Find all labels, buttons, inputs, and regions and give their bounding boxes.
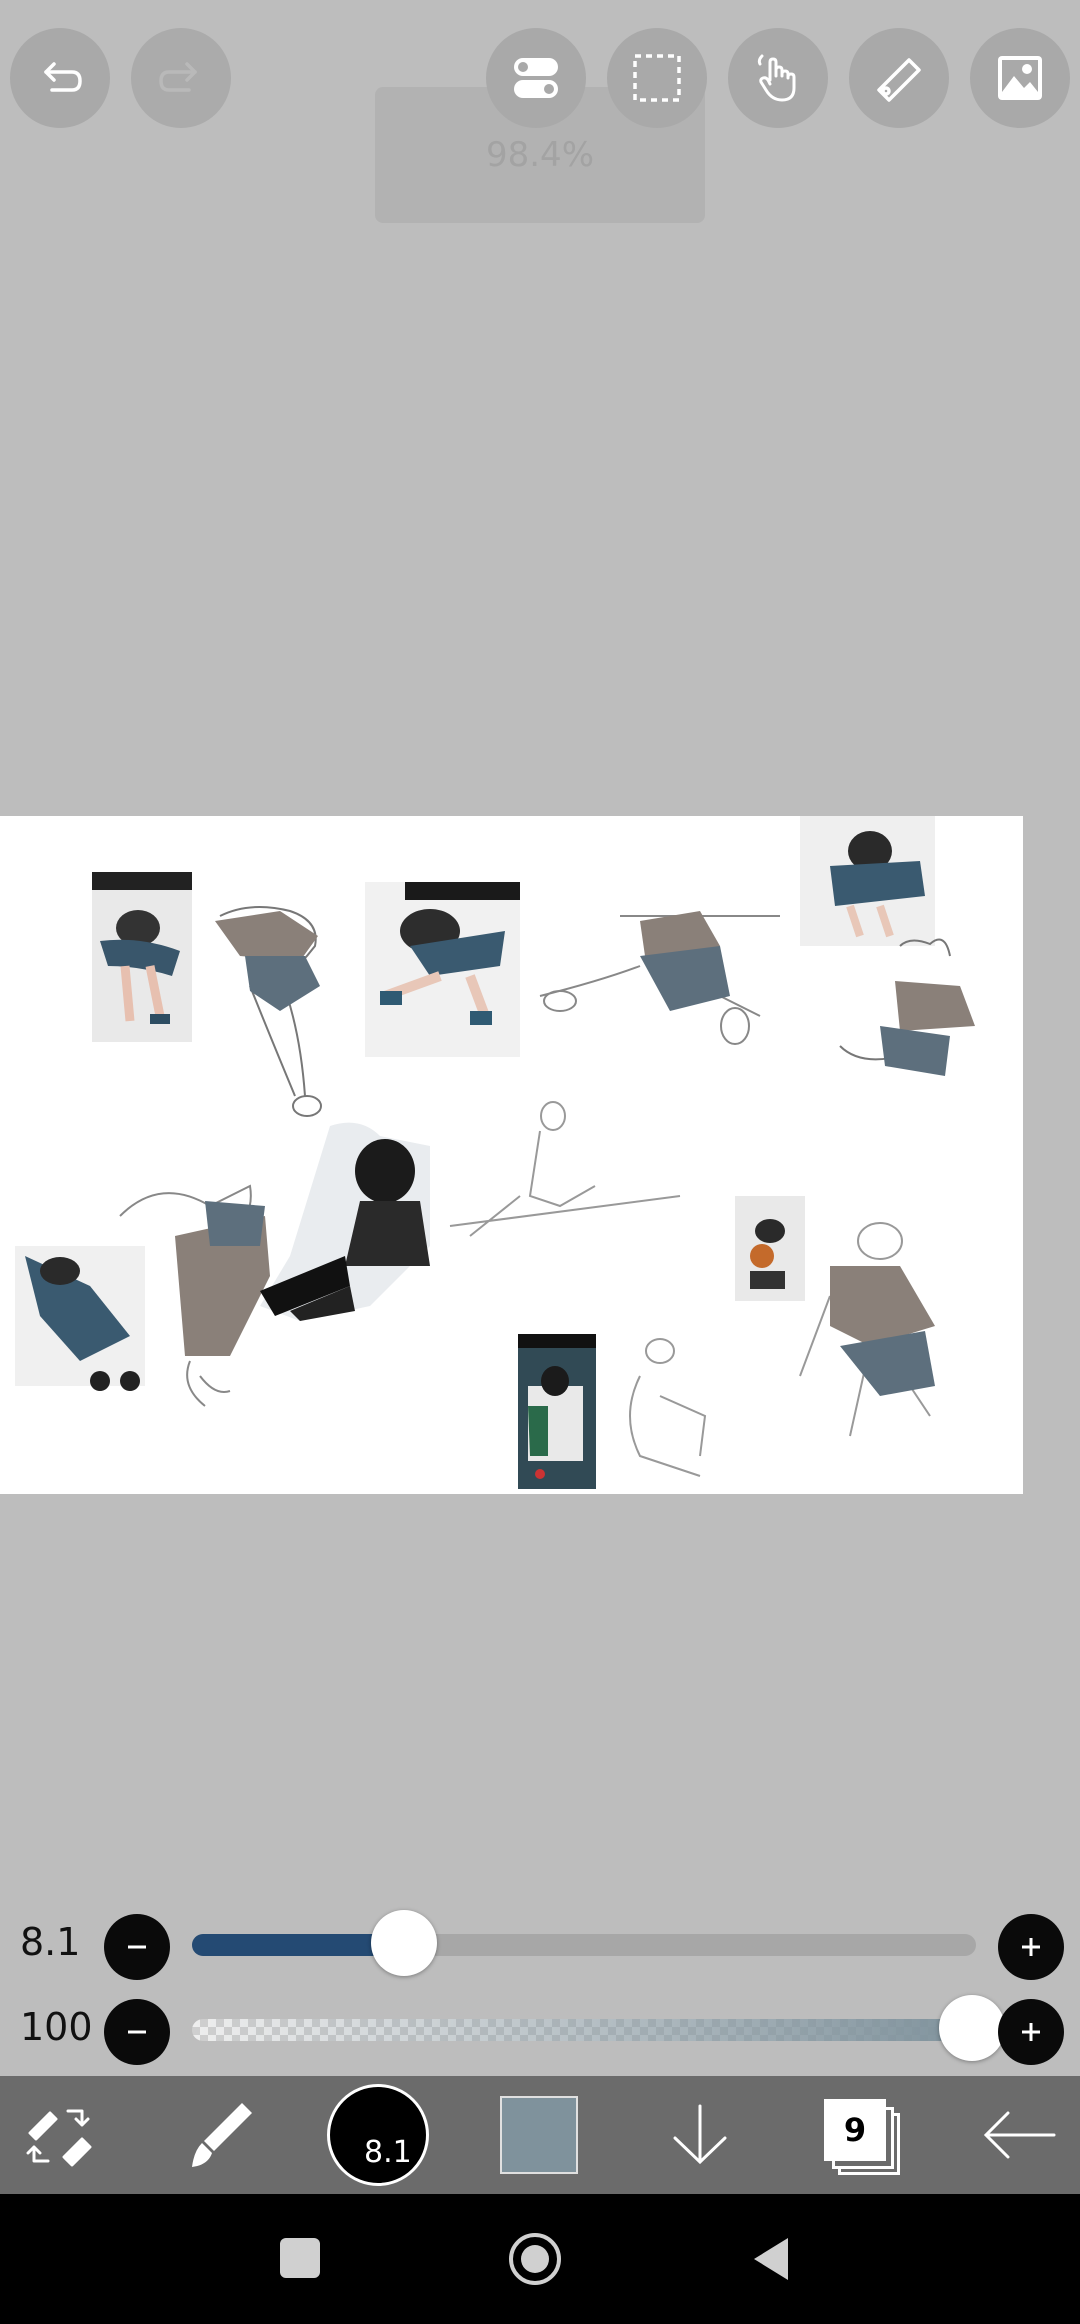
home-button[interactable] [507,2231,563,2287]
reference-image-2 [365,882,520,1057]
sketch-figure-4 [449,1101,681,1237]
redo-icon [159,62,197,92]
plus-icon [1022,1938,1040,1956]
opacity-increase-button[interactable] [998,1999,1064,2065]
image-button[interactable] [970,28,1070,128]
opacity-value: 100 [20,2005,93,2049]
bottom-toolbar: 8.1 9 [0,2076,1080,2194]
ruler-icon [877,58,921,102]
ruler-button[interactable] [849,28,949,128]
drawing-canvas[interactable] [0,816,1023,1494]
selection-button[interactable] [607,28,707,128]
plus-icon [1022,2023,1040,2041]
brush-size-indicator[interactable]: 8.1 [326,2076,430,2194]
back-nav-button[interactable] [750,2236,792,2282]
zoom-level-text: 98.4% [485,135,594,175]
recents-button[interactable] [280,2238,320,2278]
reference-photo-1 [260,1122,430,1321]
sketch-shorts-3 [880,1026,950,1076]
layer-count: 9 [843,2111,867,2149]
arrow-down-icon [673,2104,727,2165]
back-button[interactable] [970,2076,1070,2194]
opacity-slider-row: 100 [0,1989,1080,2069]
brush-tool-button[interactable] [160,2076,280,2194]
redo-button[interactable] [131,28,231,128]
brush-size-track[interactable] [192,1934,976,1956]
reference-photo-2 [735,1196,805,1301]
sketch-shirt-1 [215,911,318,961]
brush-size-preview: 8.1 [327,2084,429,2186]
color-picker-button[interactable] [494,2076,584,2194]
sketch-shorts-6 [840,1331,935,1396]
brush-eraser-switch-icon [26,2109,92,2167]
undo-button[interactable] [10,28,110,128]
opacity-decrease-button[interactable] [104,1999,170,2065]
reference-photo-3 [518,1334,596,1489]
reference-image-4 [15,1246,145,1391]
toggle-icon [514,58,558,98]
download-button[interactable] [650,2076,750,2194]
brush-icon [192,2103,252,2167]
reference-image-3 [800,816,935,946]
canvas-artwork [15,816,975,1489]
sketch-shirt-3 [895,981,975,1031]
tool-switch-button[interactable] [0,2076,120,2194]
brush-size-badge: 8.1 [364,2135,412,2170]
hand-tool-button[interactable] [728,28,828,128]
brush-size-slider-row: 8.1 [0,1904,1080,1984]
opacity-thumb[interactable] [939,1995,1005,2061]
opacity-track[interactable] [192,2019,976,2041]
layers-icon: 9 [824,2099,900,2175]
system-nav-bar [0,2194,1080,2324]
arrow-left-icon [983,2111,1056,2159]
opacity-gradient [192,2019,976,2041]
sketch-shorts-5 [205,1201,265,1246]
hand-icon [757,54,796,102]
layers-button[interactable]: 9 [810,2076,910,2194]
image-icon [998,56,1042,100]
selection-marquee-icon [633,54,681,102]
undo-icon [44,62,82,92]
sketch-shorts-2 [640,946,730,1011]
reference-image-1 [92,872,192,1042]
brush-size-increase-button[interactable] [998,1914,1064,1980]
current-color-swatch [500,2096,578,2174]
brush-size-decrease-button[interactable] [104,1914,170,1980]
minus-icon [128,2030,146,2034]
brush-size-thumb[interactable] [370,1910,437,1976]
minus-icon [128,1945,146,1949]
toggle-settings-button[interactable] [486,28,586,128]
brush-size-value: 8.1 [20,1920,81,1964]
